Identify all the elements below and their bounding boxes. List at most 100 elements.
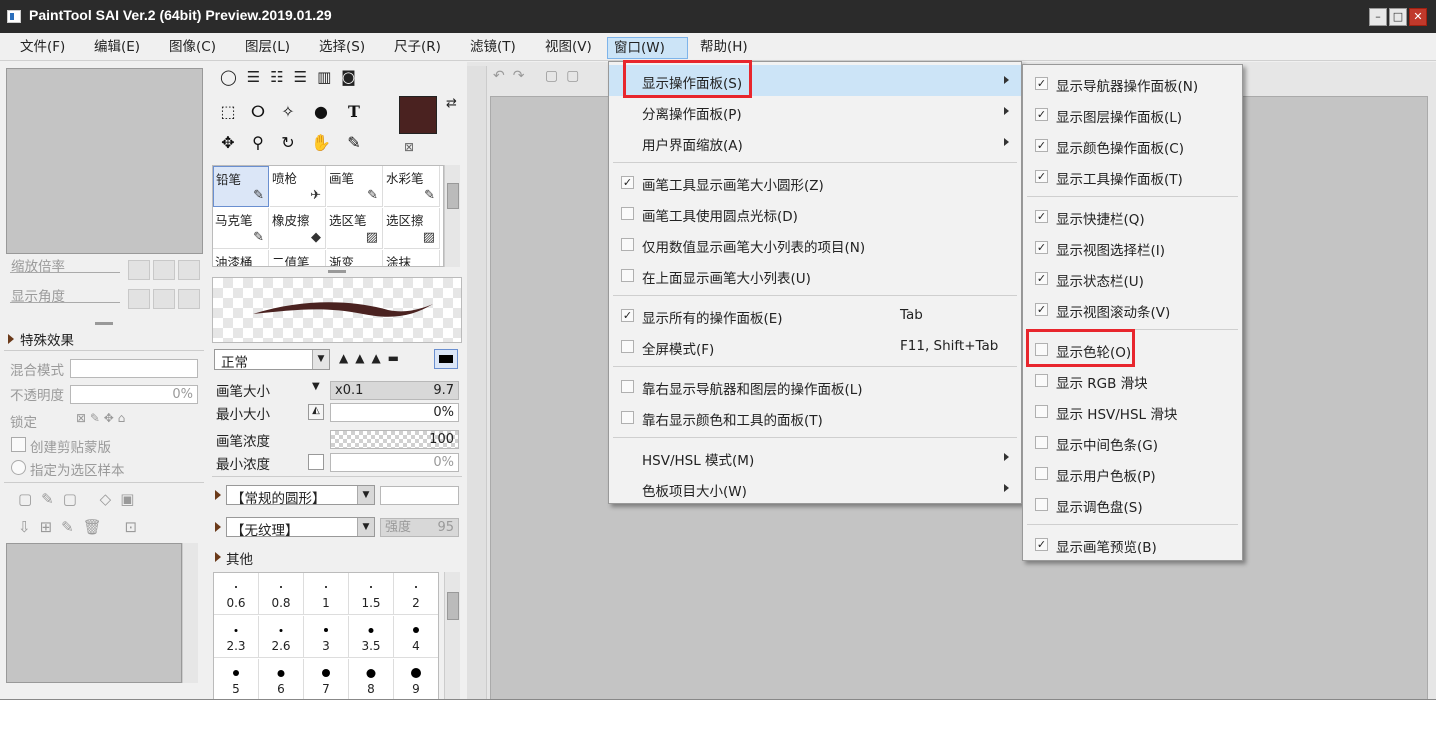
menu-window[interactable]: 窗口(W) [607,37,688,59]
menu-item[interactable]: 显示 HSV/HSL 滑块 [1023,396,1242,427]
menu-image[interactable]: 图像(C) [163,37,222,59]
brush-texture-select[interactable]: 【无纹理】 ▼ [226,517,375,539]
size-list-scrollbar[interactable] [444,572,460,699]
menu-item[interactable]: ✓ 显示图层操作面板(L) [1023,99,1242,130]
brush-airbrush[interactable]: 喷枪 ✈ [270,166,326,207]
minimize-button[interactable]: – [1369,8,1387,26]
menu-item[interactable]: HSV/HSL 模式(M) [609,442,1021,473]
layer-tool-icons-row1[interactable]: ▢✎▢ ◇▣ [18,490,143,508]
rotate-reset-button[interactable] [178,289,200,309]
brush-size-cell[interactable]: 1.5 [349,573,394,615]
menu-file[interactable]: 文件(F) [14,37,71,59]
brush-size-cell[interactable]: 2.6 [259,616,304,658]
menu-item[interactable]: ✓ 显示视图选择栏(I) [1023,232,1242,263]
zoom-slider[interactable] [10,272,120,273]
lasso-icon[interactable]: ⵔ [244,98,272,125]
move-icon[interactable]: ✥ [214,129,242,156]
texture-expand-icon[interactable] [215,522,221,532]
menu-item[interactable]: ✓ 画笔工具显示画笔大小圆形(Z) [609,167,1021,198]
brush-pencil[interactable]: 铅笔 ✎ [213,166,269,207]
hand-icon[interactable]: ✋ [307,129,335,156]
zoom-in-button[interactable] [153,260,175,280]
menu-layer[interactable]: 图层(L) [239,37,296,59]
brush-watercolor[interactable]: 水彩笔 ✎ [384,166,440,207]
brush-select-pen[interactable]: 选区笔 ▨ [327,208,383,249]
menu-filter[interactable]: 滤镜(T) [464,37,522,59]
other-label[interactable]: 其他 [226,548,253,568]
min-size-field[interactable]: 0% [330,403,459,422]
tip-shape-selected[interactable] [434,349,458,369]
zoom-icon[interactable]: ⚲ [244,129,272,156]
brush-size-cell[interactable]: 2.3 [214,616,259,658]
rotate-left-button[interactable] [128,289,150,309]
splitter-handle[interactable] [95,322,113,325]
rotate-icon[interactable]: ↻ [274,129,302,156]
brush-size-cell[interactable]: 8 [349,659,394,699]
menu-item[interactable]: 画笔工具使用圆点光标(D) [609,198,1021,229]
min-density-checkbox[interactable] [308,454,324,470]
zoom-reset-button[interactable] [178,260,200,280]
layer-scrollbar[interactable] [182,543,198,683]
menu-item[interactable]: 显示 RGB 滑块 [1023,365,1242,396]
clip-mask-checkbox[interactable] [11,437,26,452]
menu-ruler[interactable]: 尺子(R) [388,37,447,59]
menu-view[interactable]: 视图(V) [539,37,598,59]
brush-smudge[interactable]: 涂抹 [384,250,440,266]
brush-size-cell[interactable]: 3 [304,616,349,658]
text-tool-icon[interactable]: T [340,98,368,125]
color-mode-icons[interactable]: ◯☰☷☰▥◙ [220,68,366,86]
close-button[interactable]: ✕ [1409,8,1427,26]
blend-mode-select[interactable] [70,359,198,378]
sample-radio[interactable] [11,460,26,475]
scrollbar-thumb[interactable] [447,183,459,209]
brush-mode-select[interactable]: 正常 ▼ [214,349,330,371]
effects-label[interactable]: 特殊效果 [20,329,74,349]
zoom-out-button[interactable] [128,260,150,280]
brush-size-field[interactable]: x0.1 9.7 [330,381,459,400]
angle-slider[interactable] [10,302,120,303]
menu-item[interactable]: 色板项目大小(W) [609,473,1021,504]
rect-select-icon[interactable]: ⬚ [214,98,242,125]
brush-size-cell[interactable]: 5 [214,659,259,699]
brush-brush[interactable]: 画笔 ✎ [327,166,383,207]
menu-item[interactable]: 显示中间色条(G) [1023,427,1242,458]
pressure-icon[interactable]: ◭ [308,404,324,420]
texture-strength-field[interactable]: 强度 95 [380,518,459,537]
brush-gradient[interactable]: 渐变 [327,250,383,266]
menu-item[interactable]: 显示操作面板(S) [609,65,1021,96]
brush-shape-select[interactable]: 【常规的圆形】 ▼ [226,485,375,507]
menu-help[interactable]: 帮助(H) [694,37,754,59]
layer-tool-icons-row2[interactable]: ⇩⊞✎🗑 ⊡ [18,518,146,536]
brush-size-cell[interactable]: 6 [259,659,304,699]
brush-size-cell[interactable]: 2 [394,573,438,615]
brush-bucket[interactable]: 油漆桶 [213,250,269,266]
brush-size-cell[interactable]: 7 [304,659,349,699]
menu-item[interactable]: 靠右显示导航器和图层的操作面板(L) [609,371,1021,402]
brush-size-cell[interactable]: 4 [394,616,438,658]
size-dropdown-icon[interactable]: ▼ [312,381,320,392]
swap-colors-icon[interactable]: ⇄ [446,96,457,111]
menu-item[interactable]: 全屏模式(F) F11, Shift+Tab [609,331,1021,362]
menu-item[interactable]: 在上面显示画笔大小列表(U) [609,260,1021,291]
maximize-button[interactable]: □ [1389,8,1407,26]
rotate-right-button[interactable] [153,289,175,309]
menu-item[interactable]: 显示调色盘(S) [1023,489,1242,520]
splitter-handle[interactable] [328,270,346,273]
primary-color-swatch[interactable] [399,96,437,134]
canvas-left-scrollbar[interactable] [467,66,487,699]
brush-grid-scrollbar[interactable] [444,165,460,267]
menu-edit[interactable]: 编辑(E) [88,37,146,59]
menu-item[interactable]: ✓ 显示导航器操作面板(N) [1023,68,1242,99]
menu-item[interactable]: ✓ 显示画笔预览(B) [1023,529,1242,560]
brush-binary[interactable]: 二值笔 [270,250,326,266]
shape-strength-field[interactable] [380,486,459,505]
brush-size-cell[interactable]: 0.6 [214,573,259,615]
shape-icon[interactable]: ● [307,98,335,125]
menu-item[interactable]: 分离操作面板(P) [609,96,1021,127]
menu-item[interactable]: ✓ 显示工具操作面板(T) [1023,161,1242,192]
brush-size-cell[interactable]: 0.8 [259,573,304,615]
brush-marker[interactable]: 马克笔 ✎ [213,208,269,249]
opacity-field[interactable]: 0% [70,385,198,404]
layer-list[interactable] [6,543,182,683]
menu-item[interactable]: 仅用数值显示画笔大小列表的项目(N) [609,229,1021,260]
